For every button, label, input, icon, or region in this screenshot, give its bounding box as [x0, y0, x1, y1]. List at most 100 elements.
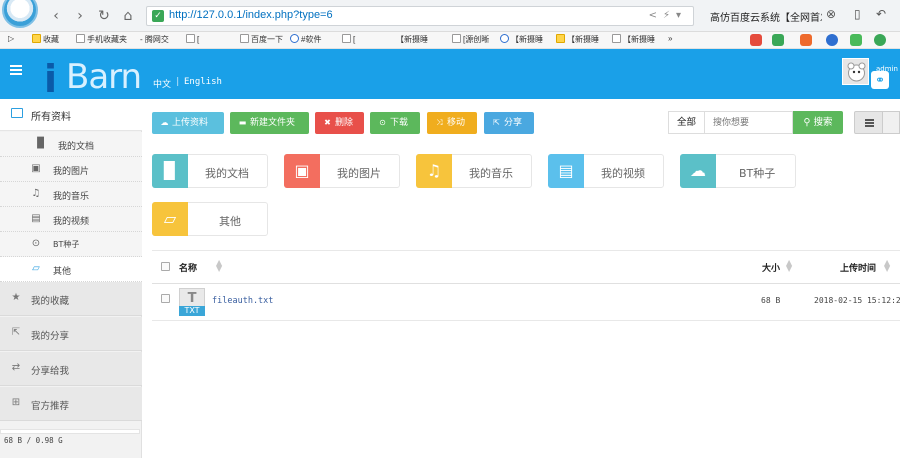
bookmark-item[interactable]: 【新摄睡 — [500, 34, 543, 45]
upload-button[interactable]: ☁ 上传资料 — [152, 112, 224, 134]
list-view-button[interactable] — [854, 111, 883, 134]
file-name-link[interactable]: fileauth.txt — [212, 296, 273, 306]
sidebar-item-label: 我的音乐 — [53, 192, 90, 202]
film-icon: ▤ — [548, 154, 584, 188]
bookmark-item[interactable]: 手机收藏夹 — [76, 34, 127, 45]
storage-quota-text: 68 B / 0.98 G — [4, 436, 63, 445]
sidebar-subitem-other[interactable]: ▱ 其他 — [0, 257, 142, 282]
lang-separator: | — [175, 77, 181, 87]
sidebar-item-label: 我的收藏 — [31, 296, 70, 307]
reload-icon[interactable]: ↻ — [96, 8, 112, 24]
undo-icon[interactable]: ↶ — [876, 7, 886, 21]
lang-en-link[interactable]: English — [184, 77, 222, 87]
bookmark-item[interactable]: [ — [342, 34, 355, 44]
category-tile-images[interactable]: ▣ 我的图片 — [284, 154, 400, 188]
storage-quota-bar — [0, 429, 140, 434]
category-tile-bt[interactable]: ☁ BT种子 — [680, 154, 796, 188]
bookmark-item[interactable]: 收藏 — [32, 34, 59, 45]
folder-open-icon: ▱ — [152, 202, 188, 236]
sidebar-item-recommended[interactable]: ⊞ 官方推荐 — [0, 387, 142, 421]
lang-zh-link[interactable]: 中文 — [153, 77, 171, 90]
image-icon: ▣ — [284, 154, 320, 188]
sidebar-item-all-files[interactable]: 所有资料 — [0, 99, 142, 131]
bookmark-item[interactable]: - 腾网交 — [140, 34, 169, 45]
sidebar-item-shared-with-me[interactable]: ⇄ 分享给我 — [0, 352, 142, 386]
sidebar-subitem-images[interactable]: ▣ 我的图片 — [0, 157, 142, 182]
address-bar-actions[interactable]: <⚡▾ — [649, 10, 687, 21]
bookmark-item[interactable]: 【新摄睡 — [556, 34, 599, 45]
sidebar-subitem-bt[interactable]: ⊙ BT种子 — [0, 232, 142, 257]
search-button[interactable]: ⚲ 搜索 — [793, 111, 843, 134]
bookmark-item[interactable]: [源创晰 — [452, 34, 489, 45]
sidebar-item-my-shares[interactable]: ⇱ 我的分享 — [0, 317, 142, 351]
bookmark-item[interactable]: #软件 — [290, 34, 321, 45]
sidebar: 所有资料 ▉ 我的文档 ▣ 我的图片 ♫ 我的音乐 ▤ 我的视频 ⊙ BT种子 … — [0, 99, 142, 458]
search-scope-select[interactable]: 全部 — [668, 111, 704, 134]
folder-open-icon: ▱ — [32, 263, 40, 274]
back-icon[interactable]: ‹ — [48, 8, 64, 24]
browser-avatar[interactable] — [2, 0, 38, 28]
bookmark-item[interactable]: 【新摄睡 — [396, 34, 428, 45]
sort-icon[interactable]: ▲ ▼ — [884, 259, 890, 273]
close-tab-icon[interactable]: ⊗ — [826, 7, 836, 21]
user-avatar[interactable] — [842, 58, 869, 85]
search-icon: ⚲ — [803, 117, 814, 128]
extension-icon[interactable] — [850, 34, 862, 46]
select-all-checkbox[interactable] — [161, 262, 170, 271]
sort-icon[interactable]: ▲ ▼ — [216, 259, 222, 273]
share-icon: ⇱ — [493, 118, 500, 127]
retweet-icon: ⇄ — [11, 362, 21, 373]
bookmark-bar: ▷ 收藏 手机收藏夹 - 腾网交 [ 百度一下 #软件 [ 【新摄睡 [源创晰 … — [0, 32, 900, 49]
sidebar-toggle-icon[interactable]: ▷ — [8, 34, 14, 43]
star-icon: ★ — [11, 292, 21, 303]
share-button[interactable]: ⇱ 分享 — [484, 112, 534, 134]
bookmark-item[interactable]: [ — [186, 34, 199, 44]
column-header-size[interactable]: 大小 — [762, 261, 780, 274]
forward-icon[interactable]: › — [72, 8, 88, 24]
document-icon: ▉ — [152, 154, 188, 188]
grid-view-button[interactable] — [883, 111, 900, 134]
phone-icon[interactable]: ▯ — [854, 7, 861, 21]
menu-icon[interactable] — [10, 65, 22, 75]
extension-icon[interactable] — [826, 34, 838, 46]
delete-button[interactable]: ✖ 删除 — [315, 112, 364, 134]
row-checkbox[interactable] — [161, 294, 170, 303]
users-icon[interactable]: ⚭ — [871, 71, 889, 89]
category-tile-other[interactable]: ▱ 其他 — [152, 202, 268, 236]
sidebar-subitem-videos[interactable]: ▤ 我的视频 — [0, 207, 142, 232]
address-bar[interactable]: ✓ http://127.0.0.1/index.php?type=6 <⚡▾ — [146, 6, 694, 26]
sidebar-item-label: 分享给我 — [31, 366, 70, 377]
download-button[interactable]: ⊙ 下载 — [370, 112, 420, 134]
column-header-upload-time[interactable]: 上传时间 — [840, 261, 876, 274]
extension-icon[interactable] — [874, 34, 886, 46]
home-icon[interactable]: ⌂ — [120, 8, 136, 24]
new-folder-button[interactable]: ▬ 新建文件夹 — [230, 112, 309, 134]
bookmark-item[interactable]: 【新摄睡 — [612, 34, 655, 45]
sidebar-item-favorites[interactable]: ★ 我的收藏 — [0, 282, 142, 316]
sidebar-item-label: 我的视频 — [53, 217, 90, 227]
share-icon: ⇱ — [11, 327, 21, 338]
table-divider — [152, 283, 900, 284]
cloud-upload-icon: ☁ — [160, 118, 169, 127]
bookmarks-overflow-icon[interactable]: » — [668, 34, 672, 43]
category-tile-music[interactable]: ♫ 我的音乐 — [416, 154, 532, 188]
shuffle-icon: ⤨ — [436, 118, 443, 127]
extension-icon[interactable] — [800, 34, 812, 46]
sidebar-subitem-documents[interactable]: ▉ 我的文档 — [0, 132, 142, 157]
extension-icon[interactable] — [772, 34, 784, 46]
txt-file-icon: T TXT — [179, 288, 205, 316]
page-tab-title[interactable]: 高仿百度云系统【全网首发 — [710, 9, 822, 24]
sidebar-subitem-music[interactable]: ♫ 我的音乐 — [0, 182, 142, 207]
sort-icon[interactable]: ▲ ▼ — [786, 259, 792, 273]
close-icon: ✖ — [324, 118, 331, 127]
extension-icon[interactable] — [750, 34, 762, 46]
move-button[interactable]: ⤨ 移动 — [427, 112, 477, 134]
file-upload-time: 2018-02-15 15:12:2 — [814, 296, 900, 305]
bookmark-item[interactable]: 百度一下 — [240, 34, 283, 45]
list-icon — [865, 119, 874, 127]
search-input[interactable] — [704, 111, 793, 134]
category-tile-documents[interactable]: ▉ 我的文档 — [152, 154, 268, 188]
music-icon: ♫ — [416, 154, 452, 188]
category-tile-videos[interactable]: ▤ 我的视频 — [548, 154, 664, 188]
column-header-name[interactable]: 名称 — [179, 261, 197, 274]
